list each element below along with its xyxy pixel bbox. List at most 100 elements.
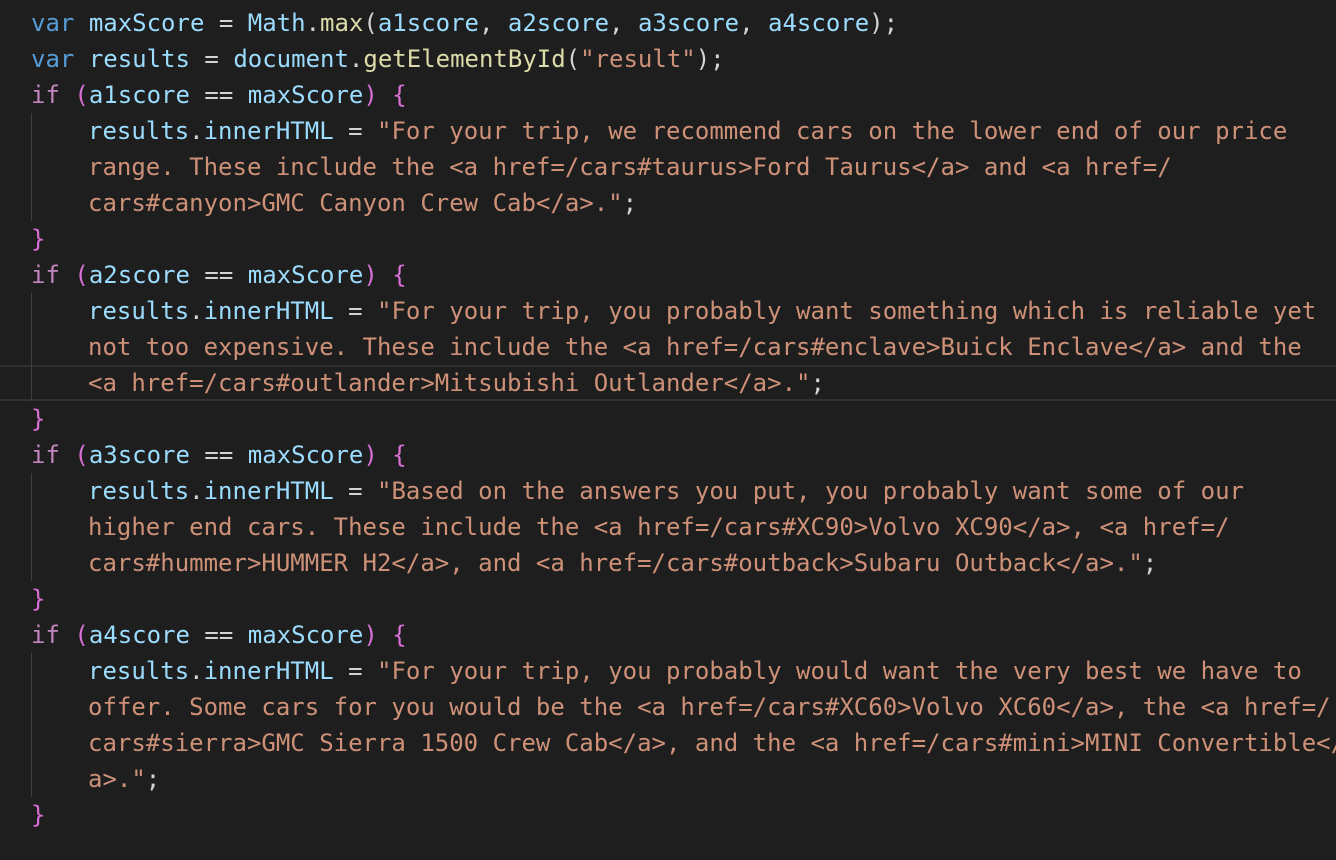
code-line[interactable]: }: [0, 581, 1336, 617]
code-token: "For your trip, we recommend cars on the…: [377, 117, 1288, 145]
code-line[interactable]: cars#hummer>HUMMER H2</a>, and <a href=/…: [0, 545, 1336, 581]
code-line-text: cars#sierra>GMC Sierra 1500 Crew Cab</a>…: [88, 725, 1336, 761]
code-token: innerHTML: [203, 477, 334, 505]
code-line-text: results.innerHTML = "For your trip, we r…: [88, 113, 1287, 149]
code-token: cars#hummer>HUMMER H2</a>, and <a href=/…: [88, 549, 1143, 577]
code-token: =: [333, 117, 378, 145]
code-token: a2score: [507, 9, 610, 37]
code-token: .: [189, 657, 204, 685]
code-token: offer. Some cars for you would be the <a…: [88, 693, 1331, 721]
code-line-text: range. These include the <a href=/cars#t…: [88, 149, 1172, 185]
code-line[interactable]: cars#sierra>GMC Sierra 1500 Crew Cab</a>…: [0, 725, 1336, 761]
indent-guide: [31, 473, 32, 581]
code-token: }: [31, 225, 46, 253]
code-token: (: [74, 81, 89, 109]
code-line[interactable]: }: [0, 221, 1336, 257]
code-token: not too expensive. These include the <a …: [88, 333, 1302, 361]
code-token: range. These include the <a href=/cars#t…: [88, 153, 1172, 181]
code-token: a>.": [88, 765, 146, 793]
code-line[interactable]: if (a4score == maxScore) {: [0, 617, 1336, 653]
code-line[interactable]: }: [0, 797, 1336, 833]
code-token: maxScore: [247, 81, 364, 109]
code-line[interactable]: results.innerHTML = "For your trip, we r…: [0, 113, 1336, 149]
code-line[interactable]: var results = document.getElementById("r…: [0, 41, 1336, 77]
code-token: {: [392, 441, 407, 469]
code-token: "For your trip, you probably want someth…: [377, 297, 1317, 325]
code-line[interactable]: }: [0, 401, 1336, 437]
code-line[interactable]: if (a1score == maxScore) {: [0, 77, 1336, 113]
code-token: (: [565, 45, 581, 73]
code-token: ;: [1142, 549, 1158, 577]
code-token: ): [363, 441, 378, 469]
indent-guide: [31, 293, 32, 401]
code-line[interactable]: not too expensive. These include the <a …: [0, 329, 1336, 365]
code-token: "Based on the answers you put, you proba…: [377, 477, 1244, 505]
code-token: {: [392, 621, 407, 649]
code-line[interactable]: if (a3score == maxScore) {: [0, 437, 1336, 473]
code-line-text: cars#canyon>GMC Canyon Crew Cab</a>.";: [88, 185, 637, 221]
code-token: .: [189, 117, 204, 145]
code-token: a2score: [88, 261, 190, 289]
code-token: cars#sierra>GMC Sierra 1500 Crew Cab</a>…: [88, 729, 1336, 757]
code-token: innerHTML: [203, 117, 334, 145]
code-token: .: [189, 297, 204, 325]
code-line[interactable]: results.innerHTML = "For your trip, you …: [0, 653, 1336, 689]
code-token: {: [392, 81, 407, 109]
code-token: innerHTML: [203, 297, 334, 325]
code-line-text: not too expensive. These include the <a …: [88, 329, 1302, 365]
code-token: maxScore: [247, 261, 364, 289]
code-line[interactable]: <a href=/cars#outlander>Mitsubishi Outla…: [0, 365, 1336, 401]
code-token: ==: [189, 441, 248, 469]
code-line-text: results.innerHTML = "Based on the answer…: [88, 473, 1244, 509]
code-line[interactable]: var maxScore = Math.max(a1score, a2score…: [0, 5, 1336, 41]
code-token: maxScore: [247, 441, 364, 469]
code-token: a1score: [377, 9, 479, 37]
code-editor[interactable]: var maxScore = Math.max(a1score, a2score…: [0, 0, 1336, 860]
code-token: a3score: [88, 441, 190, 469]
code-token: a3score: [637, 9, 740, 37]
code-line-text: cars#hummer>HUMMER H2</a>, and <a href=/…: [88, 545, 1157, 581]
code-token: =: [333, 297, 378, 325]
code-line-text: a>.";: [88, 761, 160, 797]
code-line[interactable]: cars#canyon>GMC Canyon Crew Cab</a>.";: [0, 185, 1336, 221]
code-token: =: [333, 477, 378, 505]
indent-guide: [31, 113, 32, 221]
code-token: var: [31, 9, 75, 37]
code-token: (: [74, 261, 89, 289]
code-token: =: [333, 657, 378, 685]
code-line-text: }: [31, 797, 45, 833]
code-line[interactable]: range. These include the <a href=/cars#t…: [0, 149, 1336, 185]
code-line-text: results.innerHTML = "For your trip, you …: [88, 653, 1302, 689]
code-line[interactable]: higher end cars. These include the <a hr…: [0, 509, 1336, 545]
code-token: ): [363, 621, 378, 649]
code-token: results: [88, 657, 190, 685]
code-line-text: offer. Some cars for you would be the <a…: [88, 689, 1331, 725]
code-token: max: [320, 9, 364, 37]
code-token: a4score: [768, 9, 870, 37]
code-line[interactable]: if (a2score == maxScore) {: [0, 257, 1336, 293]
code-token: Math: [247, 9, 306, 37]
code-token: a1score: [88, 81, 190, 109]
code-line-text: }: [31, 401, 45, 437]
code-token: (: [74, 441, 89, 469]
code-token: maxScore: [247, 621, 364, 649]
code-line[interactable]: results.innerHTML = "For your trip, you …: [0, 293, 1336, 329]
code-line[interactable]: a>.";: [0, 761, 1336, 797]
code-token: ;: [622, 189, 638, 217]
code-token: a4score: [88, 621, 190, 649]
code-token: "For your trip, you probably would want …: [377, 657, 1302, 685]
code-token: ,: [609, 9, 638, 37]
code-line[interactable]: results.innerHTML = "Based on the answer…: [0, 473, 1336, 509]
code-line[interactable]: offer. Some cars for you would be the <a…: [0, 689, 1336, 725]
code-line-text: <a href=/cars#outlander>Mitsubishi Outla…: [88, 367, 825, 399]
code-token: ): [363, 81, 378, 109]
code-token: if: [31, 441, 60, 469]
code-token: ,: [478, 9, 508, 37]
